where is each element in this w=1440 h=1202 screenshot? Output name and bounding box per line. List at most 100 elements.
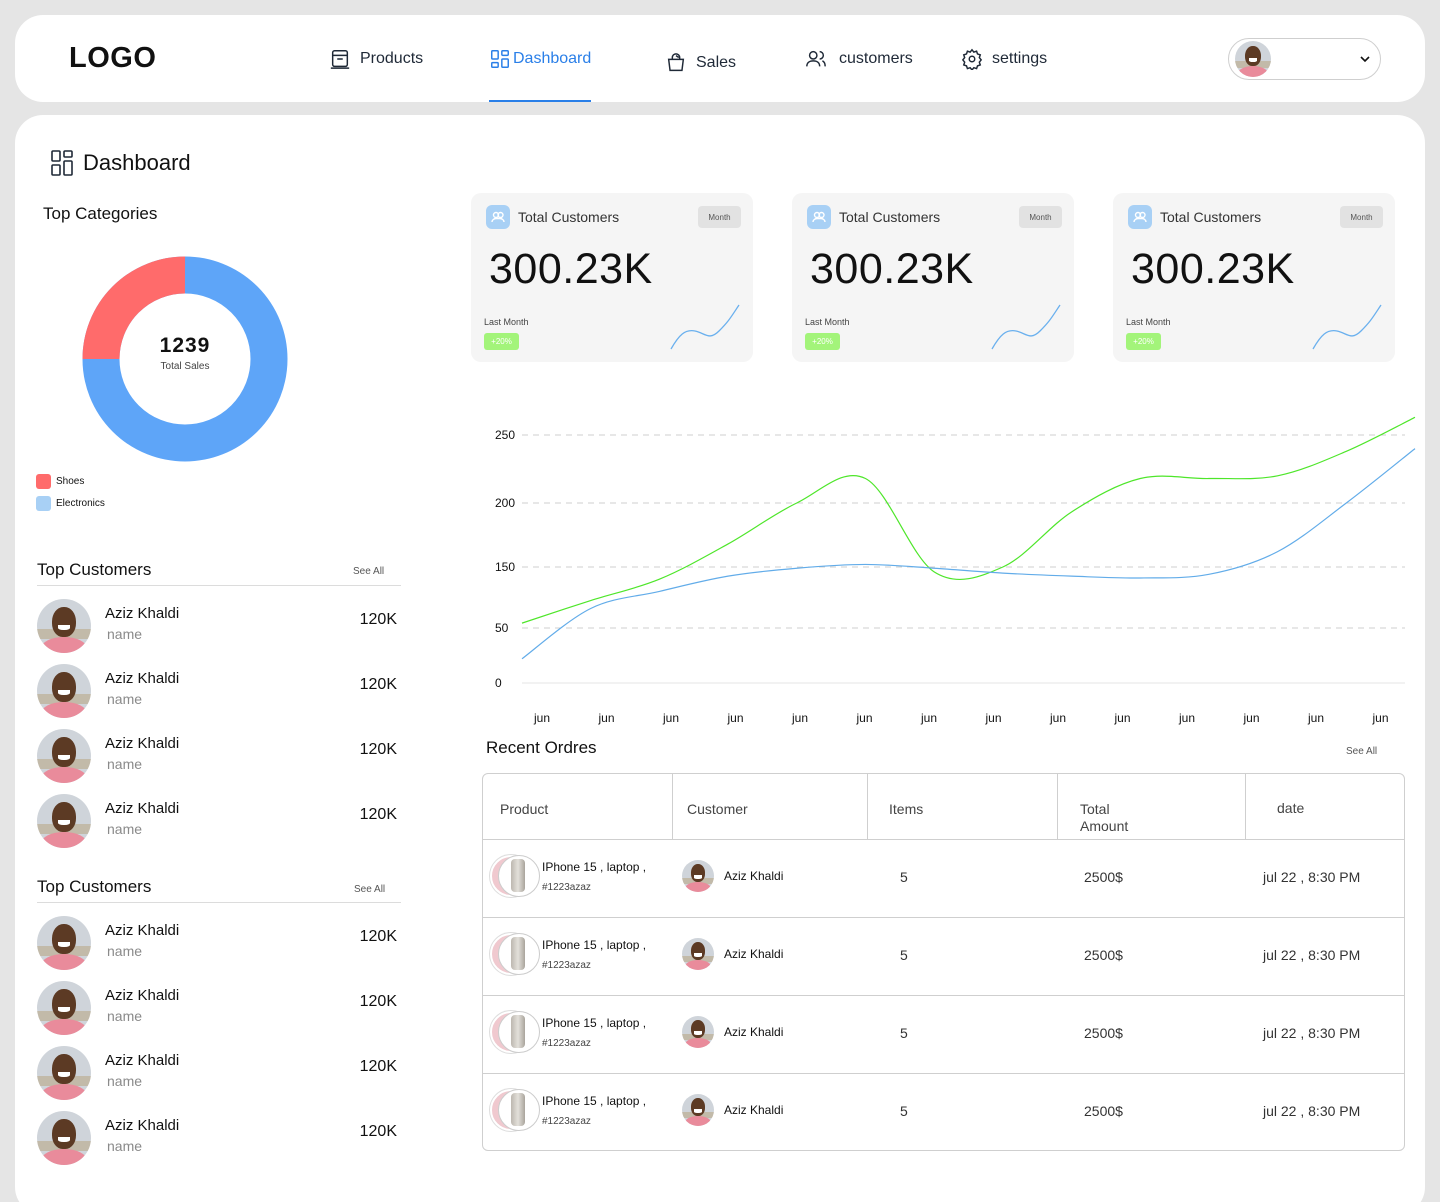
x-tick-label: jun	[1114, 711, 1131, 725]
x-tick-label: jun	[662, 711, 679, 725]
x-tick-label: jun	[1178, 711, 1195, 725]
avatar	[682, 938, 714, 970]
user-menu-select[interactable]	[1228, 38, 1381, 80]
see-all-link[interactable]: See All	[354, 884, 385, 895]
users-icon	[807, 205, 831, 229]
avatar	[37, 1111, 91, 1165]
x-tick-label: jun	[1307, 711, 1324, 725]
avatar	[37, 981, 91, 1035]
divider	[37, 585, 401, 586]
stat-title: Total Customers	[1160, 209, 1262, 225]
table-row[interactable]: IPhone 15 , laptop , #1223azaz Aziz Khaldi…	[483, 839, 1404, 917]
customer-name: Aziz Khaldi	[105, 1052, 180, 1069]
customer-row[interactable]: Aziz Khaldi name 120K	[37, 664, 397, 720]
x-tick-label: jun	[533, 711, 550, 725]
top-customers-title: Top Customers	[37, 877, 152, 896]
nav-settings[interactable]: settings	[961, 15, 1047, 102]
product-thumbnail	[490, 1011, 540, 1053]
legend-label: Shoes	[56, 476, 85, 487]
x-tick-label: jun	[598, 711, 615, 725]
product-names: IPhone 15 , laptop ,	[542, 938, 647, 952]
nav-customers[interactable]: customers	[805, 15, 913, 102]
y-tick-label: 50	[495, 621, 509, 635]
y-tick-label: 0	[495, 676, 502, 690]
customer-value: 120K	[359, 928, 397, 945]
nav-products[interactable]: Products	[329, 15, 423, 102]
order-items: 5	[900, 869, 908, 885]
stat-title: Total Customers	[518, 209, 620, 225]
dashboard-grid-icon	[51, 150, 73, 176]
column-header-product: Product	[483, 774, 673, 839]
product-names: IPhone 15 , laptop ,	[542, 1094, 647, 1108]
order-amount: 2500$	[1084, 947, 1123, 963]
customer-row[interactable]: Aziz Khaldi name 120K	[37, 916, 397, 972]
stat-last-label: Last Month	[1126, 317, 1171, 327]
sales-line-chart: 250 200 150 50 0 jun jun jun jun jun jun jun jun jun j…	[495, 416, 1416, 725]
nav-dashboard[interactable]: Dashboard	[489, 15, 592, 102]
customer-subtitle: name	[107, 756, 143, 772]
customer-subtitle: name	[107, 626, 143, 642]
customer-subtitle: name	[107, 1008, 143, 1024]
x-tick-label: jun	[1049, 711, 1066, 725]
stat-title: Total Customers	[839, 209, 941, 225]
y-tick-label: 200	[495, 496, 515, 510]
x-tick-label: jun	[985, 711, 1002, 725]
x-tick-label: jun	[791, 711, 808, 725]
gear-icon	[961, 48, 983, 70]
customer-row[interactable]: Aziz Khaldi name 120K	[37, 981, 397, 1037]
page-title-text: Dashboard	[83, 150, 191, 175]
divider	[37, 902, 401, 903]
period-selector[interactable]: Month	[1019, 206, 1062, 228]
avatar	[37, 794, 91, 848]
table-row[interactable]: IPhone 15 , laptop , #1223azaz Aziz Khaldi…	[483, 995, 1404, 1073]
order-date: jul 22 , 8:30 PM	[1263, 947, 1361, 963]
see-all-link[interactable]: See All	[1346, 746, 1377, 757]
see-all-link[interactable]: See All	[353, 566, 384, 577]
total-sales-label: Total Sales	[160, 361, 210, 372]
stat-card: Total Customers Month 300.23K Last Month +20…	[1113, 193, 1395, 362]
customer-value: 120K	[359, 806, 397, 823]
avatar	[37, 729, 91, 783]
customer-subtitle: name	[107, 821, 143, 837]
column-header-amount-line1: Total	[1080, 801, 1110, 817]
legend-item-electronics: Electronics	[36, 496, 105, 511]
period-selector[interactable]: Month	[1340, 206, 1383, 228]
order-customer: Aziz Khaldi	[724, 1103, 784, 1117]
nav-sales[interactable]: Sales	[665, 19, 736, 106]
users-icon	[806, 50, 826, 66]
customer-value: 120K	[359, 676, 397, 693]
customer-row[interactable]: Aziz Khaldi name 120K	[37, 729, 397, 785]
customer-row[interactable]: Aziz Khaldi name 120K	[37, 599, 397, 655]
chevron-down-icon	[1360, 56, 1370, 63]
avatar	[682, 860, 714, 892]
customer-subtitle: name	[107, 943, 143, 959]
top-customers-title: Top Customers	[37, 560, 152, 579]
customer-row[interactable]: Aziz Khaldi name 120K	[37, 1111, 397, 1167]
period-selector[interactable]: Month	[698, 206, 741, 228]
logo[interactable]: LOGO	[69, 42, 156, 75]
column-header-date: date	[1246, 774, 1404, 839]
product-thumbnail	[490, 933, 540, 975]
product-names: IPhone 15 , laptop ,	[542, 1016, 647, 1030]
table-row[interactable]: IPhone 15 , laptop , #1223azaz Aziz Khaldi…	[483, 1073, 1404, 1150]
avatar	[37, 599, 91, 653]
sparkline	[991, 304, 1061, 350]
order-date: jul 22 , 8:30 PM	[1263, 869, 1361, 885]
table-row[interactable]: IPhone 15 , laptop , #1223azaz Aziz Khaldi…	[483, 917, 1404, 995]
customer-value: 120K	[359, 741, 397, 758]
y-tick-label: 250	[495, 428, 515, 442]
main-panel: Dashboard Top Categories 1239 Total Sale…	[15, 115, 1425, 1202]
customer-row[interactable]: Aziz Khaldi name 120K	[37, 1046, 397, 1102]
order-items: 5	[900, 947, 908, 963]
sparkline	[1312, 304, 1382, 350]
x-tick-label: jun	[856, 711, 873, 725]
order-amount: 2500$	[1084, 869, 1123, 885]
customer-subtitle: name	[107, 1138, 143, 1154]
customer-row[interactable]: Aziz Khaldi name 120K	[37, 794, 397, 850]
nav-dashboard-label: Dashboard	[513, 49, 592, 67]
order-customer: Aziz Khaldi	[724, 1025, 784, 1039]
sparkline	[670, 304, 740, 350]
column-header-customer: Customer	[673, 774, 868, 839]
customer-name: Aziz Khaldi	[105, 670, 180, 687]
product-thumbnail	[490, 1089, 540, 1131]
